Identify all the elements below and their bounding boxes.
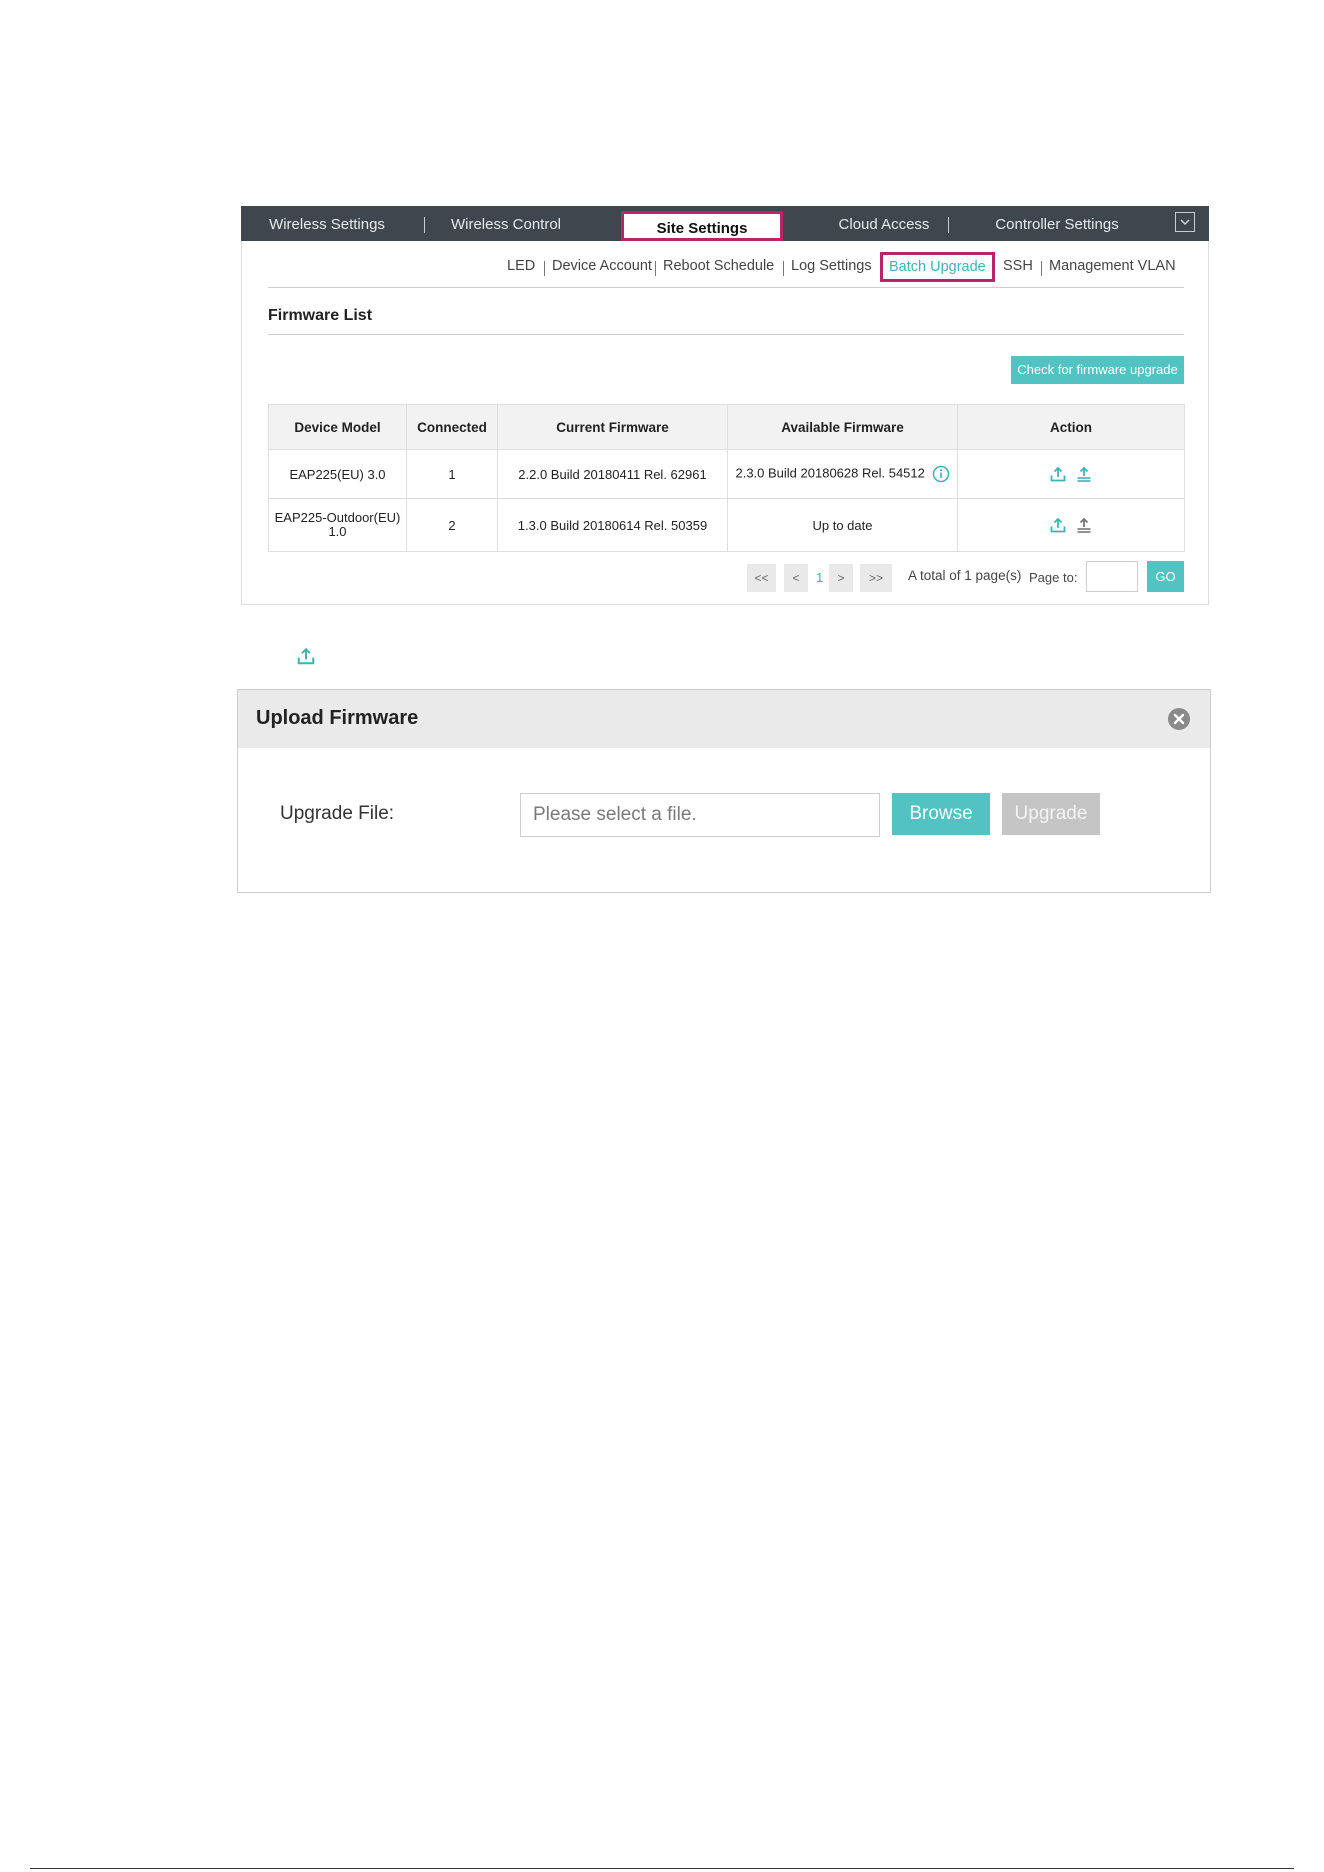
column-header-connected: Connected: [406, 404, 498, 450]
chevron-down-icon: [1180, 219, 1190, 226]
browse-button[interactable]: Browse: [892, 793, 990, 835]
page-number-input[interactable]: [1086, 561, 1138, 592]
column-header-current-firmware: Current Firmware: [497, 404, 728, 450]
tab-site-settings[interactable]: Site Settings: [621, 211, 783, 241]
section-divider: [268, 334, 1184, 335]
cell-action: [957, 449, 1185, 499]
cell-connected: 1: [406, 449, 498, 499]
sub-nav: LED Device Account Reboot Schedule Log S…: [266, 252, 1184, 288]
subtab-ssh[interactable]: SSH: [1003, 258, 1033, 274]
firmware-table: Device Model Connected Current Firmware …: [268, 404, 1185, 552]
upgrade-icon[interactable]: [1076, 517, 1092, 534]
subnav-divider: [655, 261, 656, 276]
column-header-device-model: Device Model: [268, 404, 407, 450]
cell-current-firmware: 1.3.0 Build 20180614 Rel. 50359: [497, 498, 728, 552]
table-row: EAP225-Outdoor(EU) 1.0 2 1.3.0 Build 201…: [268, 498, 1185, 552]
subtab-log-settings[interactable]: Log Settings: [791, 258, 872, 274]
upgrade-icon[interactable]: [1076, 466, 1092, 483]
dialog-title: Upload Firmware: [256, 707, 419, 729]
close-icon[interactable]: [1167, 707, 1191, 731]
cell-device-model: EAP225-Outdoor(EU) 1.0: [268, 498, 407, 552]
available-firmware-text: 2.3.0 Build 20180628 Rel. 54512: [735, 465, 925, 481]
subnav-divider: [1041, 261, 1042, 276]
dialog-header: Upload Firmware: [238, 690, 1210, 748]
upgrade-file-input[interactable]: [520, 793, 880, 837]
subtab-device-account[interactable]: Device Account: [552, 258, 652, 274]
cell-available-firmware: Up to date: [727, 498, 958, 552]
last-page-button[interactable]: >>: [860, 564, 892, 592]
cell-current-firmware: 2.2.0 Build 20180411 Rel. 62961: [497, 449, 728, 499]
prev-page-button[interactable]: <: [784, 564, 808, 592]
upload-icon[interactable]: [1050, 466, 1066, 483]
subtab-led[interactable]: LED: [507, 258, 535, 274]
first-page-button[interactable]: <<: [747, 564, 776, 592]
nav-divider: [424, 217, 425, 233]
next-page-button[interactable]: >: [829, 564, 853, 592]
cell-connected: 2: [406, 498, 498, 552]
cell-available-firmware: 2.3.0 Build 20180628 Rel. 54512: [727, 449, 958, 499]
page-number-current[interactable]: 1: [816, 570, 823, 585]
column-header-available-firmware: Available Firmware: [727, 404, 958, 450]
tab-cloud-access[interactable]: Cloud Access: [803, 206, 965, 241]
subnav-divider: [783, 261, 784, 276]
subnav-divider-line: [268, 287, 1184, 288]
page-to-label: Page to:: [1029, 570, 1078, 585]
column-header-action: Action: [957, 404, 1185, 450]
cell-action: [957, 498, 1185, 552]
subtab-batch-upgrade[interactable]: Batch Upgrade: [880, 252, 995, 282]
nav-divider: [948, 217, 949, 233]
nav-more-dropdown[interactable]: [1175, 212, 1195, 232]
upgrade-button: Upgrade: [1002, 793, 1100, 835]
subtab-management-vlan[interactable]: Management VLAN: [1049, 258, 1176, 274]
firmware-list-title: Firmware List: [268, 307, 373, 324]
info-icon[interactable]: [932, 465, 950, 483]
page-total-label: A total of 1 page(s): [908, 568, 1022, 583]
tab-controller-settings[interactable]: Controller Settings: [958, 206, 1156, 241]
go-button[interactable]: GO: [1147, 561, 1184, 592]
table-header-row: Device Model Connected Current Firmware …: [268, 404, 1185, 450]
subtab-reboot-schedule[interactable]: Reboot Schedule: [663, 258, 774, 274]
cell-device-model: EAP225(EU) 3.0: [268, 449, 407, 499]
check-firmware-upgrade-button[interactable]: Check for firmware upgrade: [1011, 356, 1184, 384]
table-row: EAP225(EU) 3.0 1 2.2.0 Build 20180411 Re…: [268, 449, 1185, 499]
upload-firmware-dialog: Upload Firmware Upgrade File: Browse Upg…: [237, 689, 1211, 893]
upload-icon[interactable]: [1050, 517, 1066, 534]
tab-wireless-settings[interactable]: Wireless Settings: [241, 206, 413, 241]
tab-wireless-control[interactable]: Wireless Control: [426, 206, 586, 241]
subnav-divider: [544, 261, 545, 276]
upgrade-file-label: Upgrade File:: [280, 803, 395, 824]
page-footer-line: [30, 1868, 1294, 1869]
upload-icon: [297, 647, 315, 665]
top-nav: Wireless Settings Wireless Control Site …: [241, 206, 1209, 241]
